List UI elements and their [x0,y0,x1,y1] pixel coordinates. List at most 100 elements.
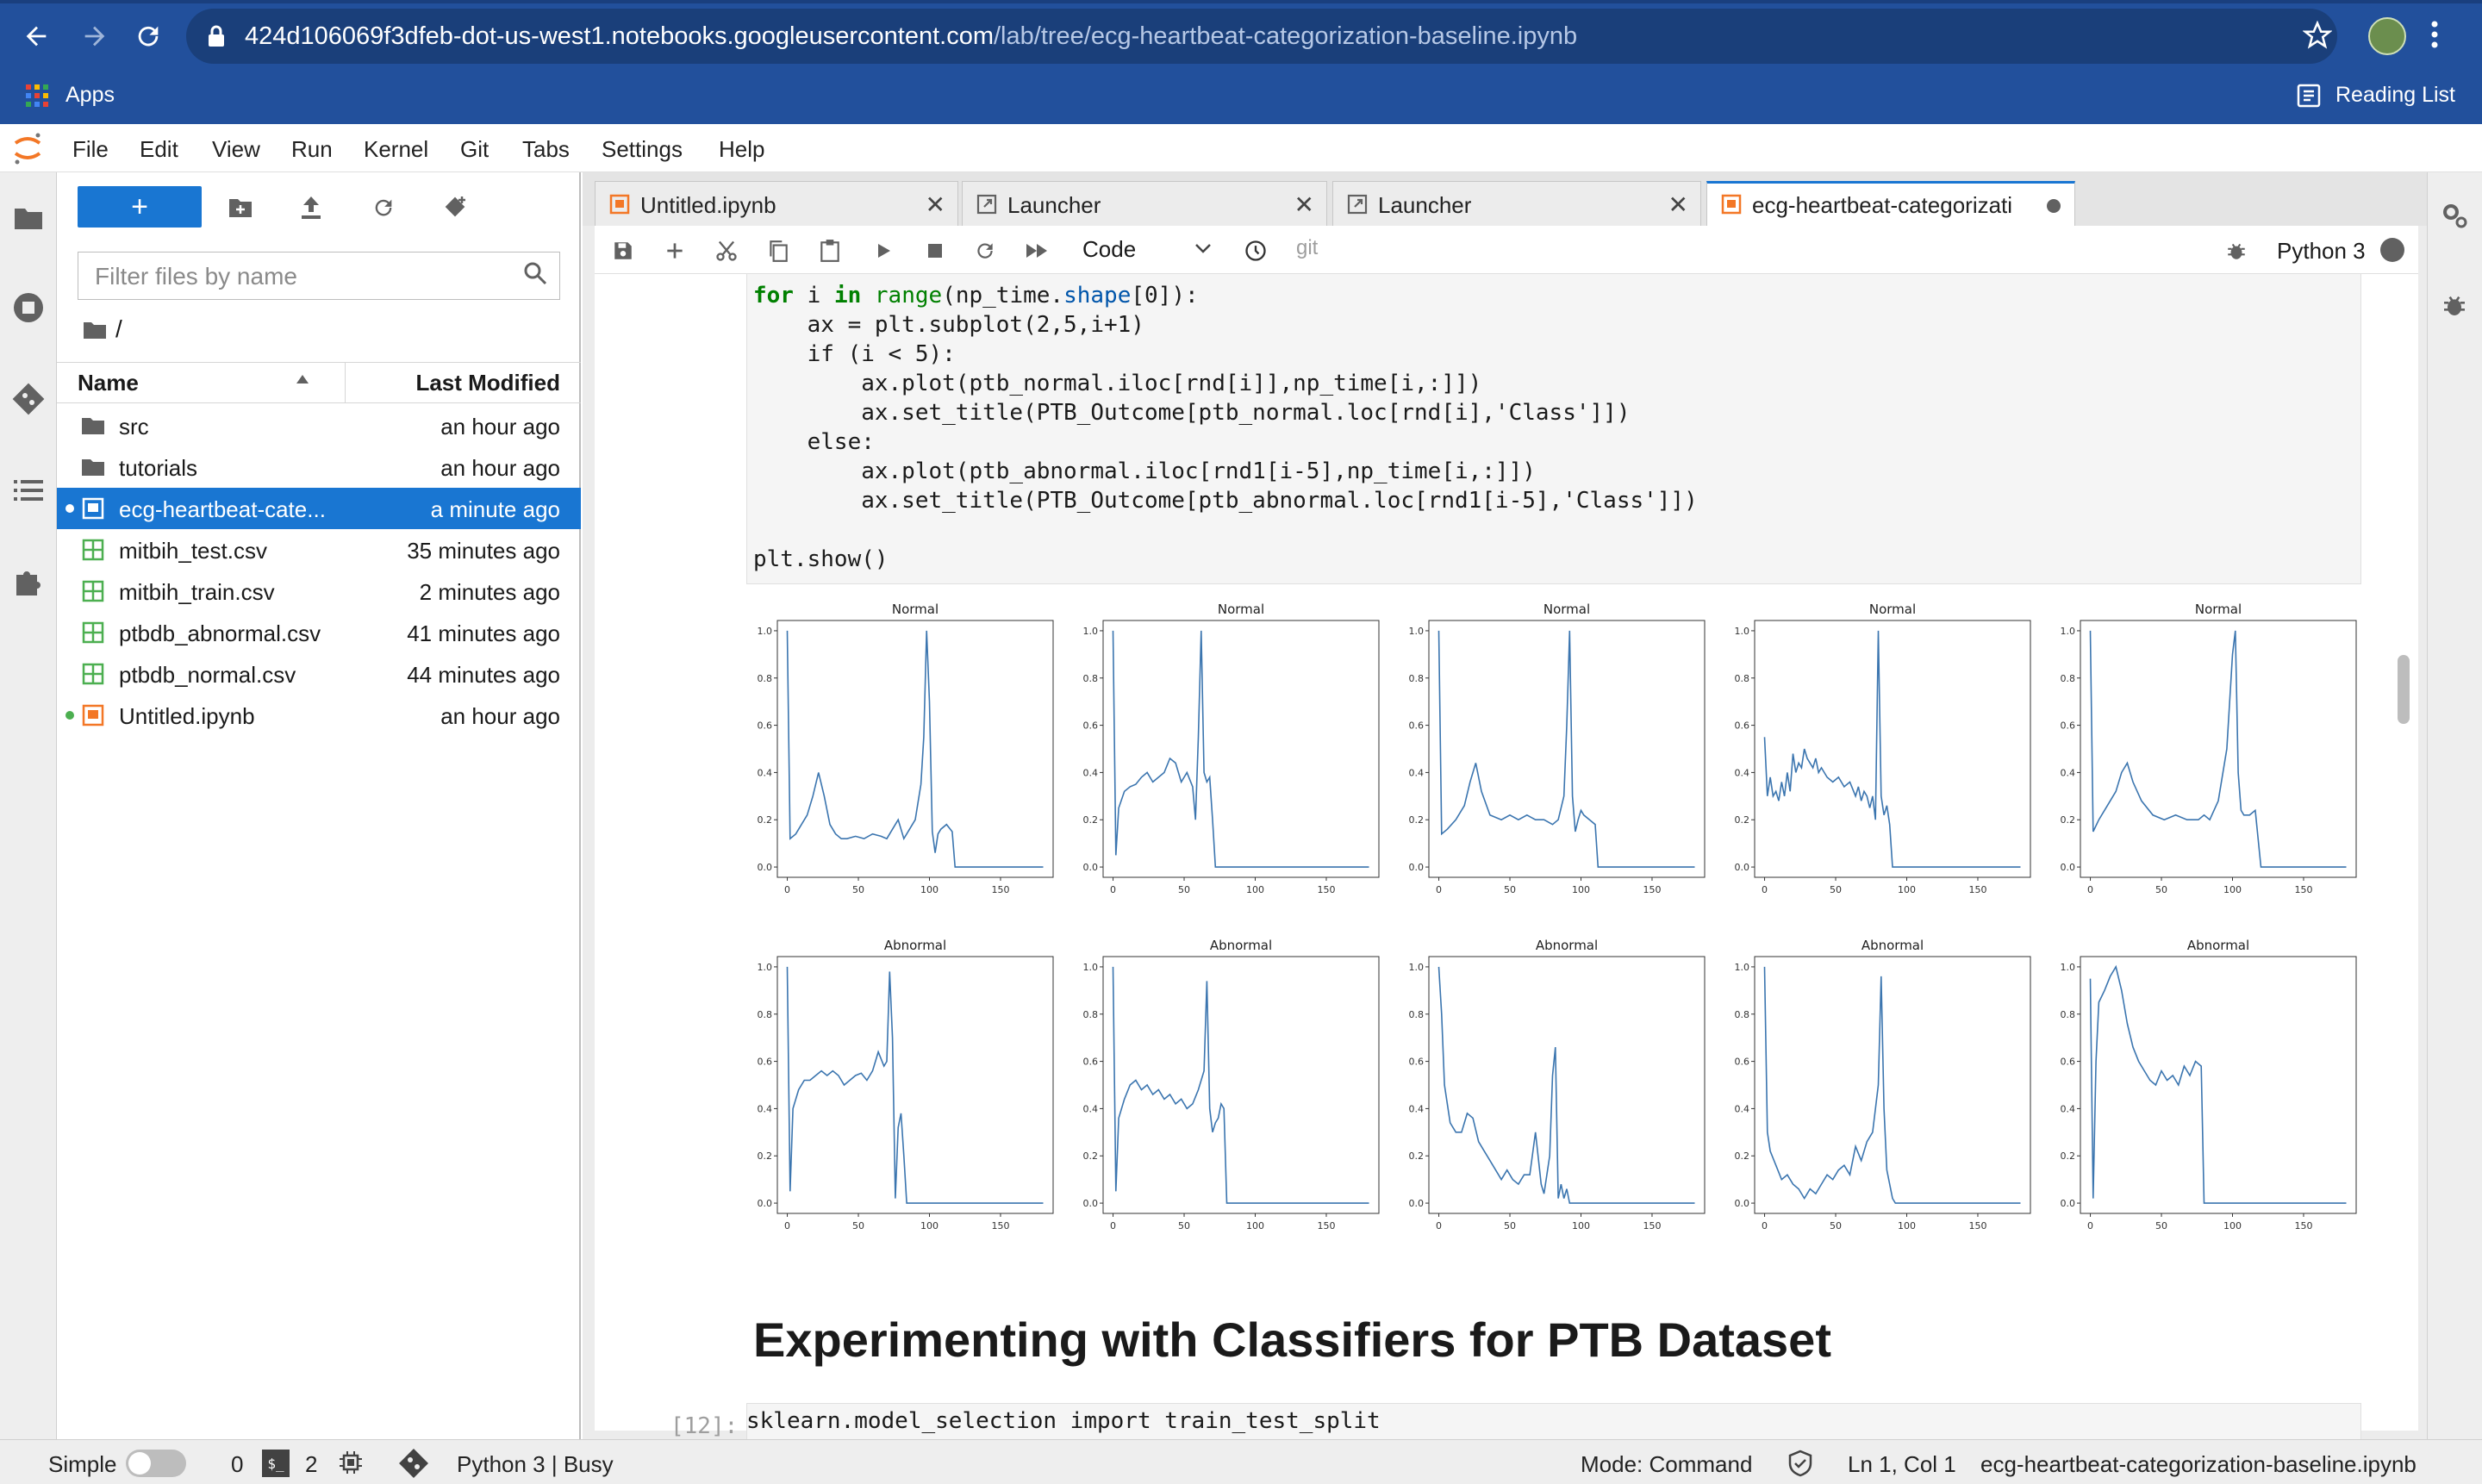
menu-help[interactable]: Help [719,136,764,163]
breadcrumb-folder-icon[interactable] [83,321,107,344]
reading-list-link[interactable]: Reading List [2335,83,2455,108]
y-tick-label: 0.6 [1083,720,1099,732]
extensions-puzzle-icon[interactable] [10,564,47,600]
cell-prompt: [12]: [670,1413,739,1439]
refresh-icon[interactable] [367,191,400,224]
run-icon[interactable] [869,236,898,265]
file-modified: a minute ago [430,496,560,522]
y-tick-label: 1.0 [1083,962,1099,973]
close-icon[interactable]: ✕ [1668,190,1688,219]
apps-link[interactable]: Apps [65,83,115,108]
y-tick-label: 0.4 [1409,1103,1425,1114]
tab-launcher-2[interactable]: Launcher ✕ [1332,181,1701,226]
profile-avatar[interactable] [2368,17,2406,55]
browser-menu-icon[interactable] [2430,19,2439,54]
tab-ecg-notebook[interactable]: ecg-heartbeat-categorizati [1706,181,2075,228]
terminal-count[interactable]: 2 [305,1451,317,1478]
file-row-ptbdb-abnormal[interactable]: ptbdb_abnormal.csv 41 minutes ago [57,612,581,653]
menu-kernel[interactable]: Kernel [364,136,428,163]
debugger-bug-icon[interactable] [2222,236,2251,265]
kernel-status[interactable]: Python 3 | Busy [457,1451,614,1478]
menu-git[interactable]: Git [460,136,489,163]
git-icon[interactable] [10,381,47,417]
unsaved-dot-icon[interactable] [2047,199,2061,213]
column-name[interactable]: Name [78,370,139,396]
git-clone-icon[interactable] [440,191,472,224]
file-row-mitbih-train[interactable]: mitbih_train.csv 2 minutes ago [57,571,581,612]
bookmark-star-icon[interactable] [2302,20,2333,54]
file-row-src[interactable]: src an hour ago [57,405,581,446]
cell-type-select[interactable]: Code [1082,236,1136,263]
file-row-ptbdb-normal[interactable]: ptbdb_normal.csv 44 minutes ago [57,653,581,695]
column-last-modified[interactable]: Last Modified [415,370,560,396]
kernel-count[interactable]: 0 [231,1451,243,1478]
stop-icon[interactable] [920,236,950,265]
cursor-position[interactable]: Ln 1, Col 1 [1848,1451,1956,1478]
simple-mode-toggle[interactable] [126,1450,186,1477]
chevron-down-icon[interactable] [1194,243,1212,259]
tab-label: ecg-heartbeat-categorizati [1752,192,2013,218]
close-icon[interactable]: ✕ [926,190,945,219]
menu-run[interactable]: Run [291,136,333,163]
menu-file[interactable]: File [72,136,109,163]
x-tick-label: 100 [1246,884,1264,895]
property-inspector-gear-icon[interactable] [2439,200,2470,235]
tab-untitled[interactable]: Untitled.ipynb ✕ [595,181,958,226]
cpu-chip-icon[interactable] [338,1450,364,1480]
file-row-tutorials[interactable]: tutorials an hour ago [57,446,581,488]
clock-icon[interactable] [1241,236,1270,265]
spreadsheet-icon [82,580,104,602]
file-row-untitled[interactable]: Untitled.ipynb an hour ago [57,695,581,736]
forward-icon[interactable] [76,17,114,55]
file-row-mitbih-test[interactable]: mitbih_test.csv 35 minutes ago [57,529,581,571]
fast-forward-icon[interactable] [1022,236,1051,265]
notebook-scrollbar[interactable] [2398,655,2410,724]
git-status-icon[interactable] [398,1448,429,1483]
running-indicator-dot [65,504,74,513]
launcher-icon [1347,194,1368,215]
back-icon[interactable] [17,17,55,55]
kernel-name[interactable]: Python 3 [2277,238,2366,265]
breadcrumb[interactable]: / [115,315,122,343]
y-tick-label: 0.2 [1409,814,1425,826]
code-line-7: ax.plot(ptb_abnormal.iloc[rnd1[i-5],np_t… [753,458,1536,484]
file-list-header: Name Last Modified [57,362,581,403]
x-tick-label: 100 [920,884,939,895]
running-icon[interactable] [10,290,47,326]
save-icon[interactable] [608,236,638,265]
tab-launcher-1[interactable]: Launcher ✕ [962,181,1327,226]
apps-grid-icon[interactable] [24,83,50,113]
add-cell-icon[interactable] [660,236,689,265]
code-line-8: ax.set_title(PTB_Outcome[ptb_abnormal.lo… [753,488,1698,514]
reload-icon[interactable] [129,17,167,55]
cut-icon[interactable] [712,236,741,265]
restart-icon[interactable] [970,236,1000,265]
menu-tabs[interactable]: Tabs [522,136,570,163]
menu-view[interactable]: View [212,136,260,163]
file-row-ecg-notebook[interactable]: ecg-heartbeat-cate... a minute ago [57,488,581,529]
menu-settings[interactable]: Settings [602,136,683,163]
x-tick-label: 50 [1504,1220,1516,1231]
debugger-bug-icon[interactable] [2441,291,2468,323]
shield-check-icon[interactable] [1787,1450,1813,1481]
upload-icon[interactable] [295,191,327,224]
y-tick-label: 0.8 [758,673,773,684]
paste-icon[interactable] [815,236,845,265]
terminal-icon[interactable]: $_ [262,1450,290,1477]
table-of-contents-icon[interactable] [10,472,47,508]
git-label[interactable]: git [1296,236,1318,260]
x-tick-label: 100 [2223,1220,2242,1231]
y-tick-label: 0.0 [2061,862,2076,873]
folder-icon[interactable] [10,200,47,236]
y-tick-label: 0.2 [1083,814,1099,826]
copy-icon[interactable] [764,236,793,265]
close-icon[interactable]: ✕ [1294,190,1314,219]
menu-edit[interactable]: Edit [140,136,178,163]
file-modified: 41 minutes ago [407,620,560,646]
y-tick-label: 0.6 [1735,1057,1750,1068]
new-folder-icon[interactable] [224,191,257,224]
y-tick-label: 0.4 [1735,1103,1750,1114]
new-launcher-button[interactable]: + [78,186,202,228]
reading-list-icon[interactable] [2296,83,2322,113]
x-tick-label: 0 [784,1220,790,1231]
